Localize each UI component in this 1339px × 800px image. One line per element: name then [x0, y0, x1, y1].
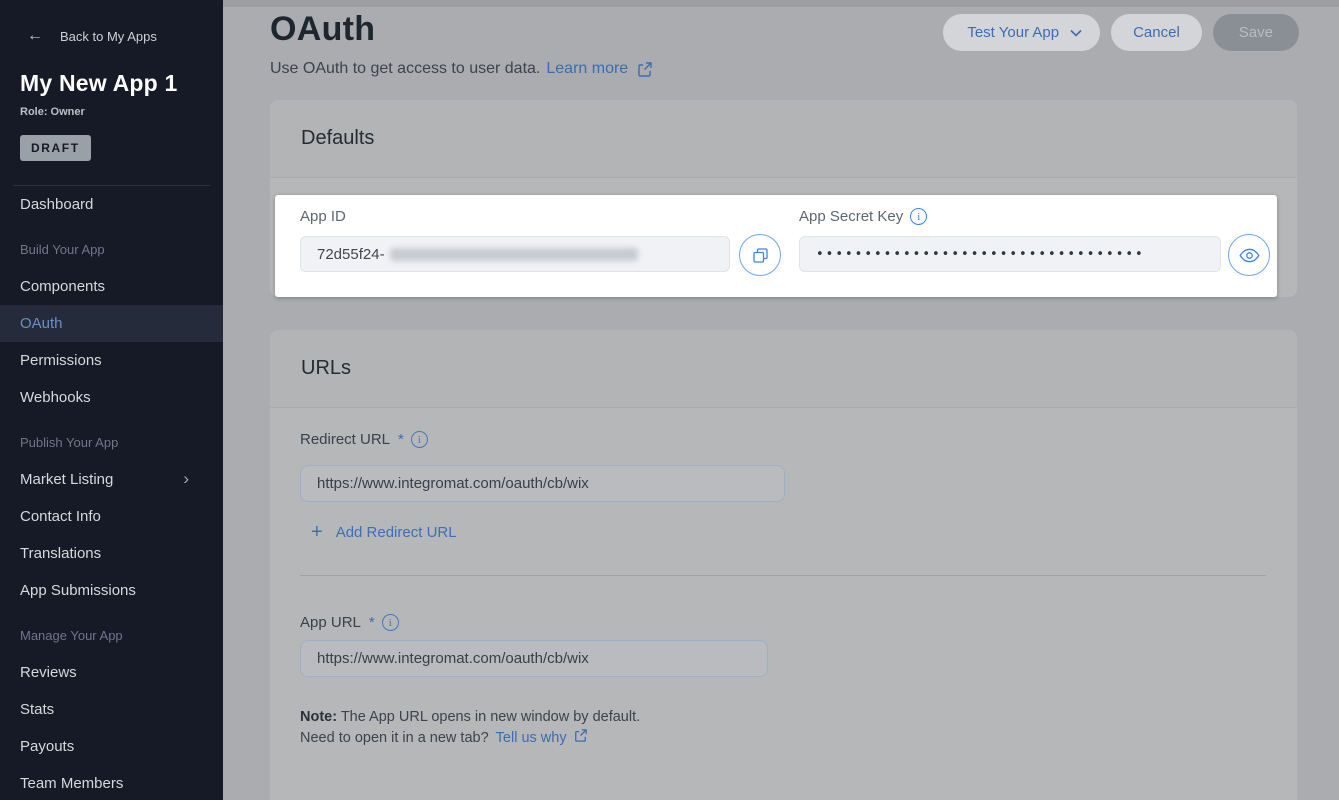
section-divider	[300, 575, 1266, 576]
sidebar-item-label: Payouts	[20, 738, 74, 755]
role-label: Role: Owner	[20, 106, 203, 118]
sidebar-item[interactable]: Webhooks	[0, 379, 223, 416]
header-actions: Test Your App Cancel Save	[943, 14, 1299, 51]
app-name: My New App 1	[20, 70, 203, 97]
app-secret-label: App Secret Key	[799, 208, 903, 225]
app-secret-label-row: App Secret Key i	[799, 208, 927, 225]
app-url-note: Note: The App URL opens in new window by…	[300, 707, 640, 749]
sidebar-item-label: Publish Your App	[20, 435, 118, 450]
urls-card-header: URLs	[270, 330, 1297, 408]
app-id-redacted-blur	[390, 248, 638, 261]
reveal-secret-button[interactable]	[1228, 234, 1270, 276]
note-prefix: Note:	[300, 709, 337, 725]
app-secret-field[interactable]: ••••••••••••••••••••••••••••••••••	[799, 236, 1221, 272]
app-url-label: App URL	[300, 614, 361, 631]
test-your-app-label: Test Your App	[967, 24, 1059, 41]
chevron-down-icon	[1070, 29, 1082, 37]
tell-us-why-link[interactable]: Tell us why	[496, 730, 567, 746]
app-url-input[interactable]	[300, 640, 768, 677]
learn-more-link[interactable]: Learn more	[546, 60, 628, 78]
add-redirect-url-button[interactable]: + Add Redirect URL	[311, 522, 457, 542]
sidebar-item-label: OAuth	[20, 315, 63, 332]
sidebar-item-label: Dashboard	[20, 196, 93, 213]
sidebar-item[interactable]: Contact Info	[0, 498, 223, 535]
page-subtitle: Use OAuth to get access to user data. Le…	[270, 60, 652, 78]
sidebar-item-label: Translations	[20, 545, 101, 562]
copy-icon	[752, 247, 769, 264]
sidebar-item-label: Reviews	[20, 664, 77, 681]
sidebar-item[interactable]: Payouts	[0, 728, 223, 765]
back-arrow-icon: ←	[27, 27, 43, 45]
app-id-value: 72d55f24-	[317, 246, 385, 263]
note-line-1: Note: The App URL opens in new window by…	[300, 707, 640, 728]
sidebar-item-label: App Submissions	[20, 582, 136, 599]
info-icon[interactable]: i	[910, 208, 927, 225]
eye-icon	[1239, 248, 1260, 263]
app-id-field[interactable]: 72d55f24-	[300, 236, 730, 272]
urls-card: URLs Redirect URL * i + Add Redirect URL…	[270, 330, 1297, 800]
sidebar-item[interactable]: Stats	[0, 691, 223, 728]
spotlight-row: App ID 72d55f24- App Secret Key i ••••••…	[275, 195, 1277, 297]
test-your-app-button[interactable]: Test Your App	[943, 14, 1100, 51]
sidebar-item[interactable]: OAuth	[0, 305, 223, 342]
info-icon[interactable]: i	[382, 614, 399, 631]
external-link-icon	[574, 729, 587, 742]
sidebar-item-label: Team Members	[20, 775, 123, 792]
defaults-card-header: Defaults	[270, 100, 1297, 178]
wix-dev-dashboard: ← Back to My Apps My New App 1 Role: Own…	[0, 0, 1339, 800]
plus-icon: +	[311, 522, 323, 542]
redirect-url-label: Redirect URL	[300, 431, 390, 448]
main-content: OAuth Use OAuth to get access to user da…	[223, 0, 1339, 800]
sidebar-item: Manage Your App	[0, 617, 223, 654]
sidebar-item: Build Your App	[0, 231, 223, 268]
sidebar-item-label: Components	[20, 278, 105, 295]
note-text: The App URL opens in new window by defau…	[337, 709, 640, 725]
sidebar-item[interactable]: Translations	[0, 535, 223, 572]
app-id-label: App ID	[300, 208, 346, 225]
subtitle-text: Use OAuth to get access to user data.	[270, 60, 540, 78]
note-question: Need to open it in a new tab?	[300, 730, 489, 746]
sidebar-nav: Dashboard Build Your App Components OAut…	[0, 186, 223, 800]
sidebar-item[interactable]: Dashboard	[0, 186, 223, 223]
sidebar: ← Back to My Apps My New App 1 Role: Own…	[0, 0, 223, 800]
redirect-url-label-row: Redirect URL * i	[300, 431, 428, 448]
external-link-icon	[637, 62, 652, 77]
copy-app-id-button[interactable]	[739, 234, 781, 276]
sidebar-item-label: Build Your App	[20, 242, 105, 257]
required-asterisk: *	[369, 614, 375, 631]
sidebar-item[interactable]: App Submissions	[0, 572, 223, 609]
sidebar-item-label: Permissions	[20, 352, 102, 369]
sidebar-item-label: Webhooks	[20, 389, 91, 406]
page-title: OAuth	[270, 10, 375, 49]
sidebar-item[interactable]: Permissions	[0, 342, 223, 379]
sidebar-item: Publish Your App	[0, 424, 223, 461]
note-line-2: Need to open it in a new tab? Tell us wh…	[300, 728, 640, 749]
add-redirect-label: Add Redirect URL	[336, 524, 457, 541]
sidebar-item-label: Manage Your App	[20, 628, 123, 643]
sidebar-item[interactable]: Components	[0, 268, 223, 305]
cancel-button[interactable]: Cancel	[1111, 14, 1202, 51]
save-button[interactable]: Save	[1213, 14, 1299, 51]
sidebar-item[interactable]: Reviews	[0, 654, 223, 691]
back-label: Back to My Apps	[60, 29, 157, 44]
redirect-url-input[interactable]	[300, 465, 785, 502]
info-icon[interactable]: i	[411, 431, 428, 448]
sidebar-item-label: Contact Info	[20, 508, 101, 525]
status-badge: DRAFT	[20, 135, 91, 161]
sidebar-item[interactable]: Team Members	[0, 765, 223, 800]
app-url-label-row: App URL * i	[300, 614, 399, 631]
sidebar-item-label: Stats	[20, 701, 54, 718]
sidebar-item-label: Market Listing	[20, 471, 113, 488]
required-asterisk: *	[398, 431, 404, 448]
back-to-my-apps[interactable]: ← Back to My Apps	[0, 27, 223, 45]
sidebar-item[interactable]: Market Listing	[0, 461, 223, 498]
